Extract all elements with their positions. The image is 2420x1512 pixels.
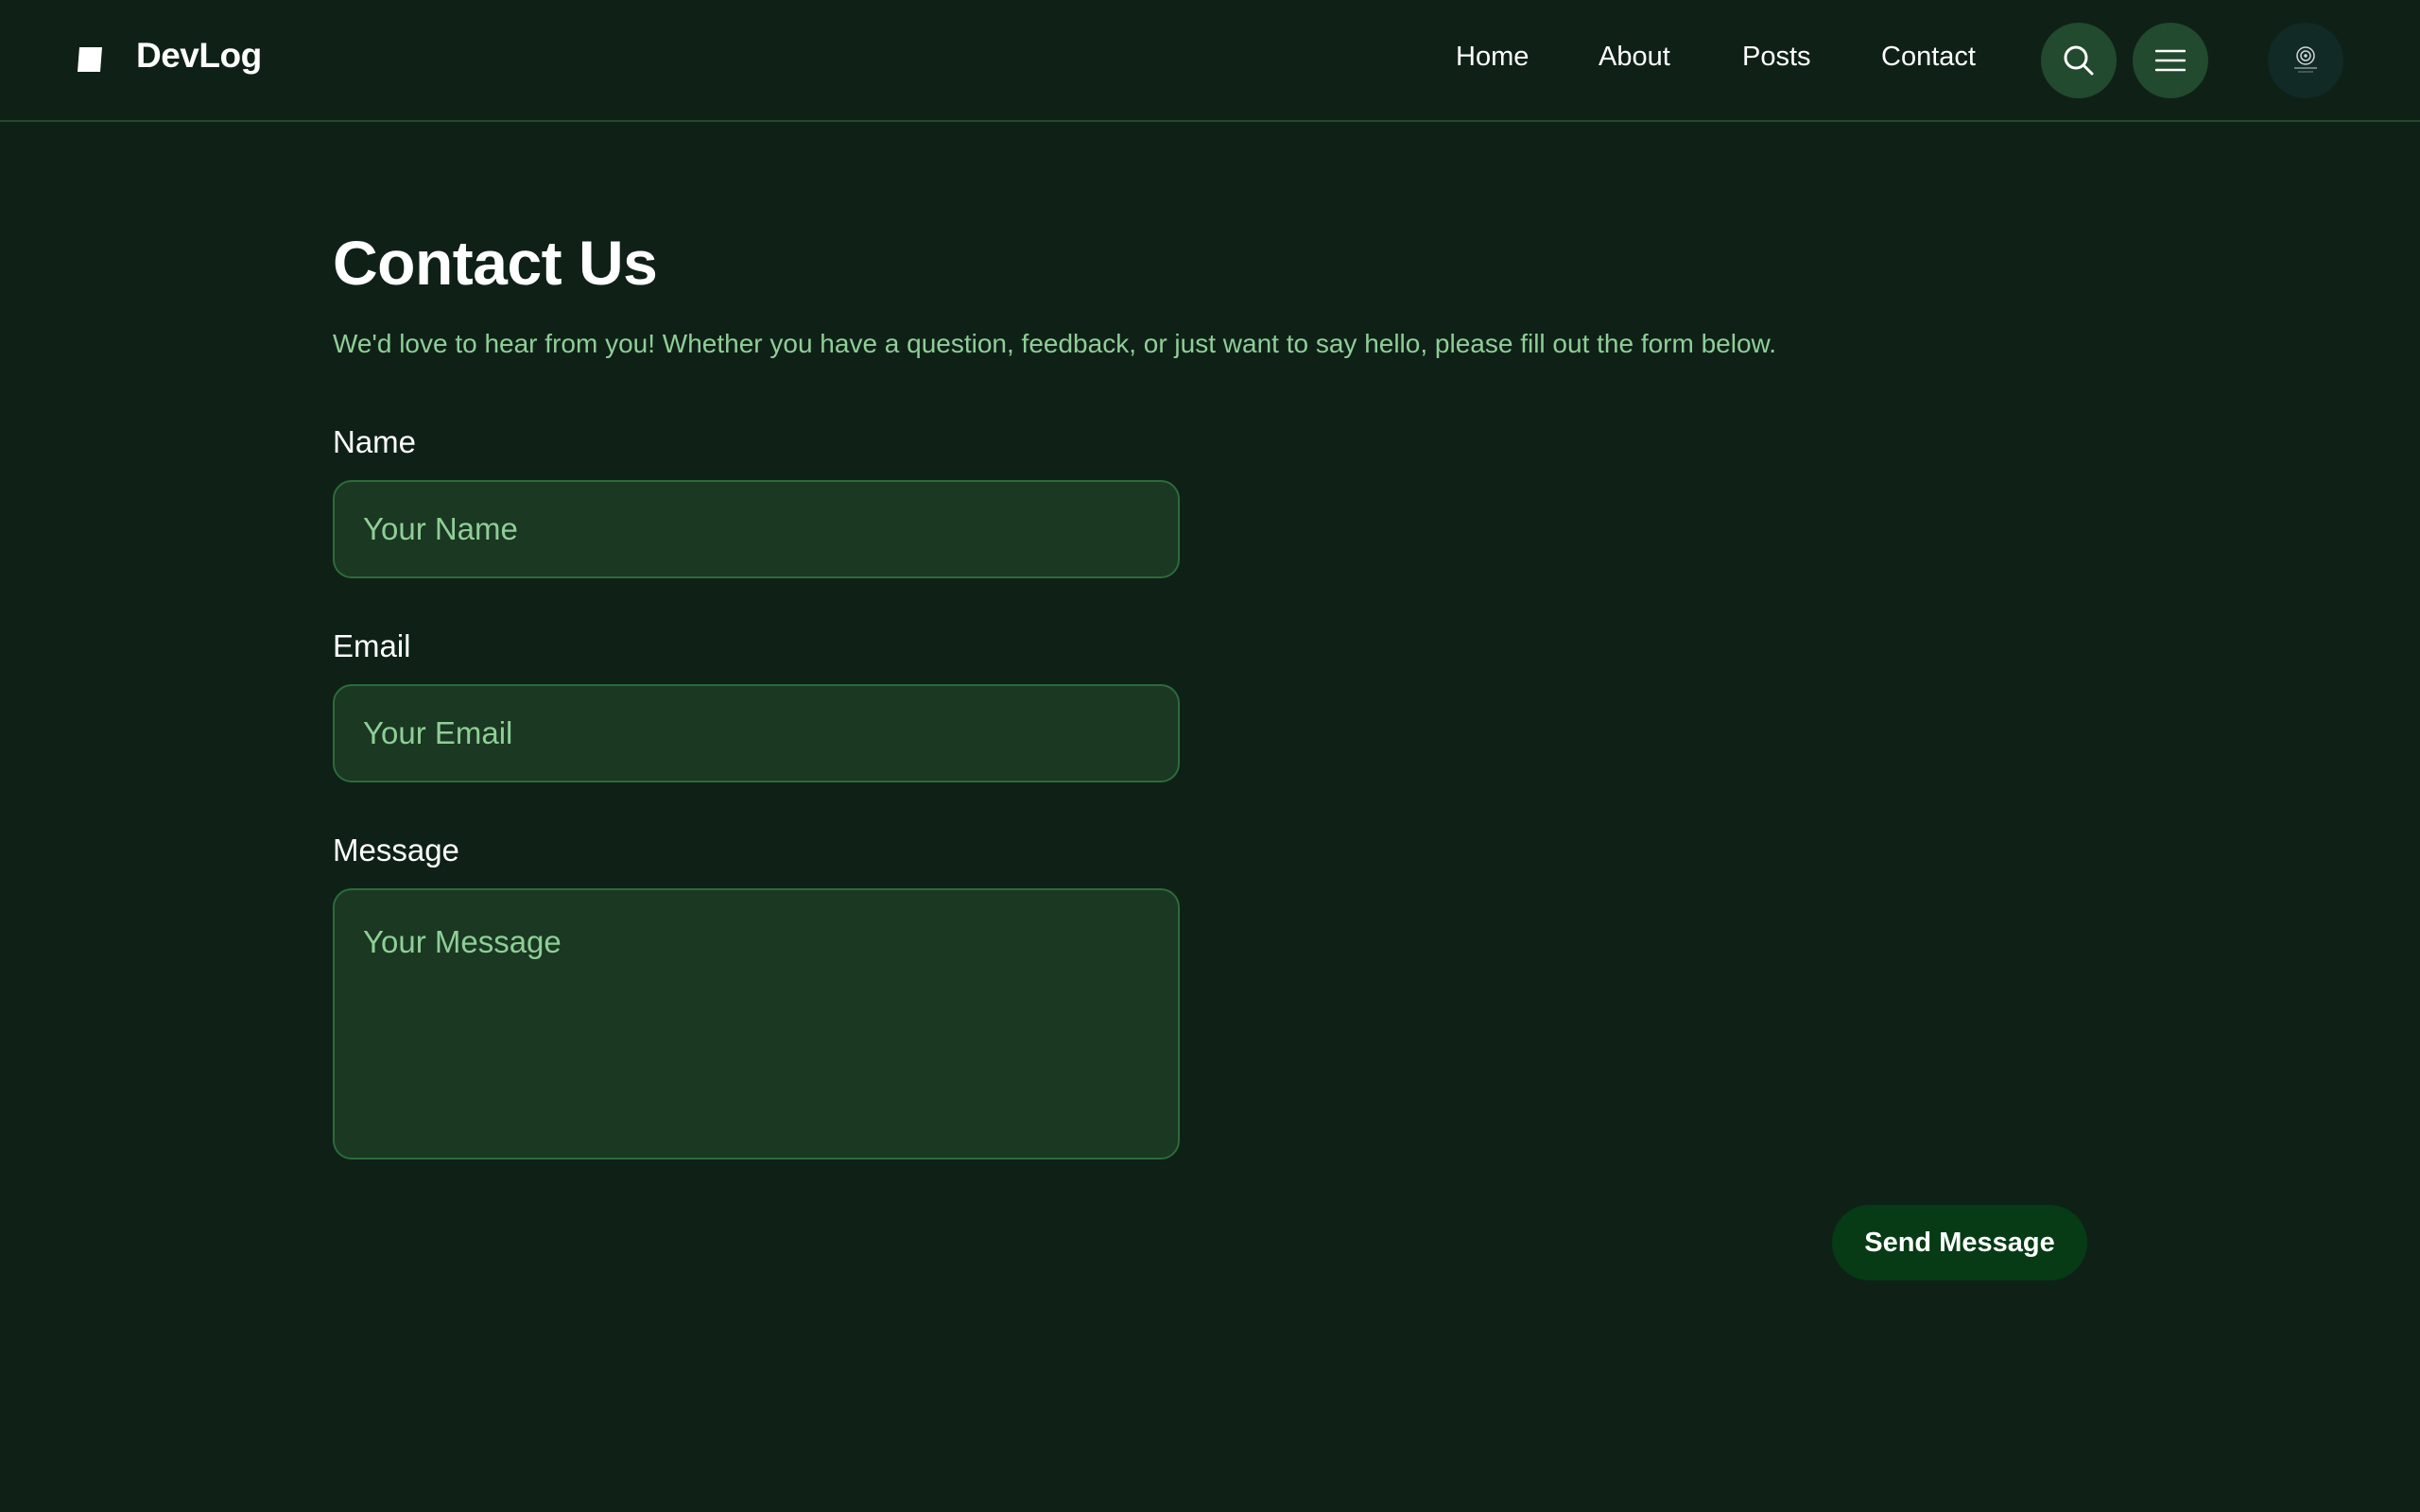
name-label: Name bbox=[333, 424, 417, 459]
site-header: DevLog Home About Posts Contact bbox=[0, 0, 2420, 122]
hamburger-menu-icon bbox=[2155, 49, 2186, 72]
search-icon bbox=[2064, 45, 2094, 76]
avatar-icon bbox=[2294, 46, 2317, 73]
page-subtitle: We'd love to hear from you! Whether you … bbox=[333, 329, 1776, 358]
page-title: Contact Us bbox=[333, 228, 658, 298]
email-input[interactable] bbox=[333, 684, 1180, 782]
nav-contact[interactable]: Contact bbox=[1881, 42, 1976, 73]
message-label: Message bbox=[333, 833, 459, 868]
menu-button[interactable] bbox=[2133, 23, 2208, 98]
name-input[interactable] bbox=[333, 480, 1180, 578]
brand-logo-icon[interactable] bbox=[76, 45, 104, 74]
search-button[interactable] bbox=[2041, 23, 2117, 98]
nav-posts[interactable]: Posts bbox=[1742, 42, 1811, 73]
brand-name[interactable]: DevLog bbox=[136, 36, 262, 76]
send-message-button[interactable]: Send Message bbox=[1832, 1205, 2087, 1280]
nav-about[interactable]: About bbox=[1599, 42, 1670, 73]
email-label: Email bbox=[333, 628, 411, 663]
nav-home[interactable]: Home bbox=[1456, 42, 1529, 73]
user-avatar[interactable] bbox=[2268, 23, 2343, 98]
message-textarea[interactable] bbox=[333, 888, 1180, 1160]
